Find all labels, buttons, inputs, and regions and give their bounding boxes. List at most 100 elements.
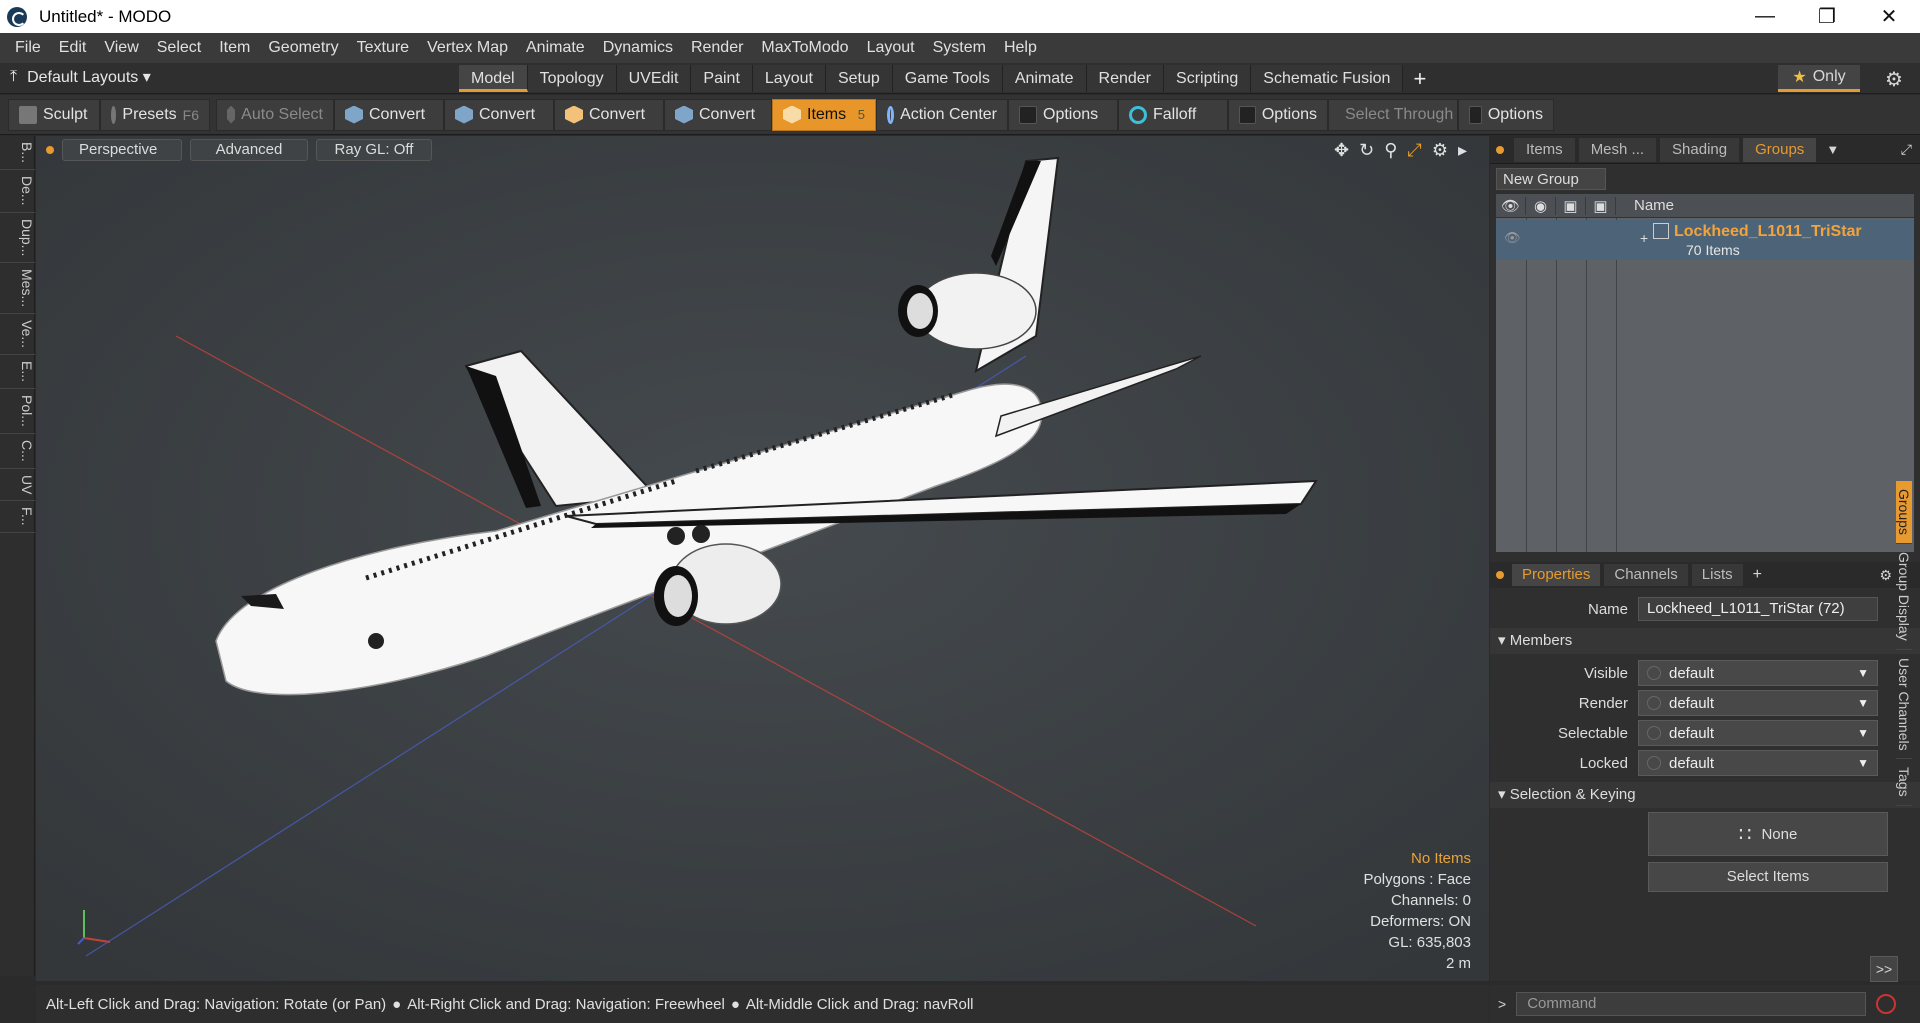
side-tab-tags[interactable]: Tags (1896, 759, 1912, 806)
tab-render[interactable]: Render (1086, 65, 1165, 92)
menu-animate[interactable]: Animate (517, 39, 594, 57)
tab-mesh[interactable]: Mesh ... (1578, 137, 1657, 162)
group-name-field[interactable]: Lockheed_L1011_TriStar (72) (1638, 597, 1878, 621)
none-button[interactable]: ∷ None (1648, 812, 1888, 856)
only-toggle[interactable]: ★ Only (1778, 65, 1860, 92)
more-button[interactable]: >> (1870, 956, 1898, 982)
convert-button-4[interactable]: Convert (664, 98, 772, 131)
command-input[interactable]: Command (1516, 992, 1867, 1016)
menu-help[interactable]: Help (995, 39, 1046, 57)
menu-view[interactable]: View (95, 39, 147, 57)
action-center-button[interactable]: Action Center (876, 98, 1008, 131)
menu-layout[interactable]: Layout (858, 39, 924, 57)
sculpt-button[interactable]: Sculpt (8, 98, 100, 131)
viewport-expand-icon[interactable]: ▸ (1458, 140, 1467, 161)
left-tab-6[interactable]: E... (0, 355, 35, 390)
left-tab-1[interactable]: B... (0, 136, 35, 171)
tab-groups[interactable]: Groups (1743, 137, 1817, 162)
tab-setup[interactable]: Setup (825, 65, 893, 92)
tab-properties[interactable]: Properties (1512, 564, 1601, 586)
viewport-settings-icon[interactable]: ⚙ (1432, 140, 1448, 161)
record-macro-icon[interactable] (1876, 994, 1897, 1014)
convert-button-2[interactable]: Convert (444, 98, 554, 131)
members-section[interactable]: ▾ Members (1490, 628, 1920, 654)
left-tab-5[interactable]: Ve... (0, 314, 35, 356)
tab-lists[interactable]: Lists (1691, 564, 1743, 586)
row-eye-icon[interactable]: 👁 (1504, 230, 1521, 246)
properties-gear-icon[interactable]: ⚙ (1879, 567, 1892, 584)
tab-paint[interactable]: Paint (691, 65, 753, 92)
maximize-button[interactable]: ❐ (1796, 0, 1858, 33)
left-tab-8[interactable]: C... (0, 434, 35, 469)
command-history-chevron-icon[interactable]: > (1498, 996, 1506, 1012)
tab-topology[interactable]: Topology (527, 65, 617, 92)
items-mode-button[interactable]: Items 5 (772, 98, 876, 131)
select-through-button[interactable]: Select Through (1328, 98, 1458, 131)
tab-shading[interactable]: Shading (1660, 137, 1740, 162)
menu-file[interactable]: File (6, 39, 50, 57)
settings-gear-icon[interactable]: ⚙ (1885, 67, 1903, 92)
advanced-shading-button[interactable]: Advanced (190, 139, 308, 161)
tab-uvedit[interactable]: UVEdit (616, 65, 692, 92)
menu-system[interactable]: System (924, 39, 995, 57)
tab-game-tools[interactable]: Game Tools (892, 65, 1003, 92)
convert-button-3[interactable]: Convert (554, 98, 664, 131)
lock-icon[interactable]: ▣ (1556, 196, 1586, 215)
menu-maxtomodo[interactable]: MaxToModo (752, 39, 857, 57)
add-tab-plus-icon[interactable]: + (1753, 566, 1762, 584)
visibility-eye-icon[interactable]: 👁 (1496, 196, 1526, 215)
locked-select[interactable]: default ▼ (1638, 750, 1878, 776)
tab-animate[interactable]: Animate (1002, 65, 1087, 92)
menu-texture[interactable]: Texture (348, 39, 418, 57)
pan-icon[interactable]: ✥ (1334, 140, 1349, 161)
select-icon[interactable]: ▣ (1586, 196, 1616, 215)
render-select[interactable]: default ▼ (1638, 690, 1878, 716)
left-tab-4[interactable]: Mes... (0, 263, 35, 315)
expand-plus-icon[interactable]: + (1640, 230, 1648, 246)
perspective-view-button[interactable]: Perspective (62, 139, 182, 161)
select-items-button[interactable]: Select Items (1648, 862, 1888, 892)
presets-button[interactable]: Presets F6 (100, 98, 210, 131)
new-group-button[interactable]: New Group (1496, 168, 1606, 190)
pin-icon[interactable]: ⤒ (10, 68, 17, 86)
raygl-button[interactable]: Ray GL: Off (316, 139, 432, 161)
maximize-viewport-icon[interactable]: ⤢ (1407, 140, 1421, 161)
close-button[interactable]: ✕ (1858, 0, 1920, 33)
tabs-dropdown-icon[interactable]: ▼ (1826, 142, 1839, 157)
tab-layout[interactable]: Layout (752, 65, 826, 92)
options-button-2[interactable]: Options (1228, 98, 1328, 131)
menu-dynamics[interactable]: Dynamics (594, 39, 682, 57)
group-row[interactable]: 👁 + Lockheed_L1011_TriStar 70 Items (1496, 220, 1914, 260)
auto-select-button[interactable]: Auto Select (216, 98, 334, 131)
layouts-dropdown[interactable]: Default Layouts ▾ (27, 67, 151, 87)
tab-schematic-fusion[interactable]: Schematic Fusion (1251, 65, 1404, 92)
tab-channels[interactable]: Channels (1604, 564, 1688, 586)
falloff-button[interactable]: Falloff (1118, 98, 1228, 131)
options-button-1[interactable]: Options (1008, 98, 1118, 131)
left-tab-10[interactable]: F... (0, 501, 35, 533)
menu-vertex-map[interactable]: Vertex Map (418, 39, 517, 57)
selectable-select[interactable]: default ▼ (1638, 720, 1878, 746)
menu-render[interactable]: Render (682, 39, 752, 57)
side-tab-group-display[interactable]: Group Display (1896, 544, 1912, 650)
menu-select[interactable]: Select (148, 39, 210, 57)
options-button-3[interactable]: Options (1458, 98, 1554, 131)
side-tab-user-channels[interactable]: User Channels (1896, 650, 1912, 760)
properties-menu-dot-icon[interactable] (1496, 571, 1504, 579)
render-icon[interactable]: ◉ (1526, 196, 1556, 215)
tab-items[interactable]: Items (1514, 137, 1575, 162)
tab-model[interactable]: Model (459, 65, 528, 92)
tab-scripting[interactable]: Scripting (1164, 65, 1252, 92)
left-tab-7[interactable]: Pol... (0, 389, 35, 435)
menu-edit[interactable]: Edit (50, 39, 96, 57)
viewport-menu-dot-icon[interactable] (46, 146, 54, 154)
add-tab-button[interactable]: + (1413, 65, 1426, 92)
panel-expand-icon[interactable]: ⤢ (1901, 141, 1912, 158)
rotate-icon[interactable]: ↻ (1359, 140, 1374, 161)
left-tab-3[interactable]: Dup... (0, 213, 35, 263)
selection-keying-section[interactable]: ▾ Selection & Keying (1490, 782, 1920, 808)
3d-viewport[interactable]: Perspective Advanced Ray GL: Off ✥ ↻ ⚲ ⤢… (36, 136, 1489, 981)
visible-select[interactable]: default ▼ (1638, 660, 1878, 686)
panel-menu-dot-icon[interactable] (1496, 145, 1504, 154)
menu-geometry[interactable]: Geometry (259, 39, 347, 57)
